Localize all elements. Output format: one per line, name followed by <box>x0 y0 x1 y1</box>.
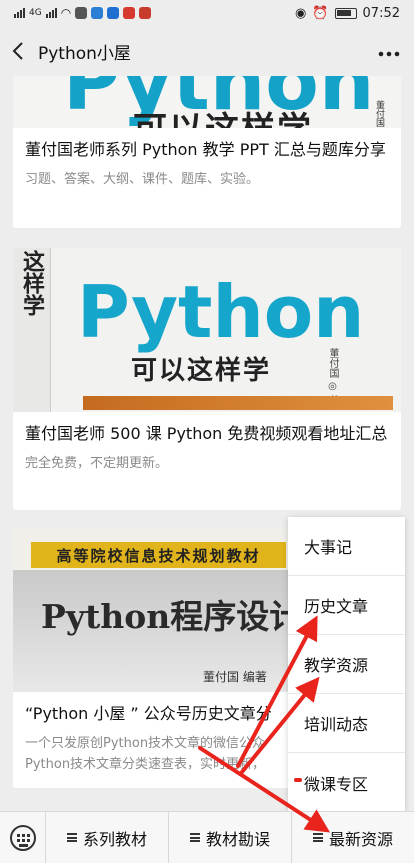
menu-label: 最新资源 <box>328 829 393 849</box>
signal-icon <box>14 8 25 18</box>
cover-author-text: 董付国 编著 <box>203 670 267 684</box>
cover-title-text: Python <box>77 270 365 354</box>
article-body: 董付国老师系列 Python 教学 PPT 汇总与题库分享 习题、答案、大纲、课… <box>13 128 401 187</box>
keyboard-icon <box>9 824 36 851</box>
back-button[interactable] <box>0 26 36 76</box>
menu-lines-icon <box>189 833 200 842</box>
menu-label: 系列教材 <box>82 829 147 849</box>
notification-app-icon <box>75 7 88 19</box>
cover-band <box>83 396 393 410</box>
signal-icon-2 <box>45 8 57 18</box>
cover-spine-text: 这样学 <box>19 250 44 316</box>
notification-app-icon <box>107 7 120 19</box>
submenu-item-events[interactable]: 大事记 <box>288 517 405 576</box>
eye-icon: ◉ <box>295 5 307 21</box>
alarm-icon: ⏰ <box>312 5 329 21</box>
battery-icon <box>334 7 357 19</box>
network-label: 4G <box>29 8 42 18</box>
submenu-item-microlectures[interactable]: 微课专区 <box>288 753 405 812</box>
keyboard-toggle-button[interactable] <box>0 811 46 863</box>
bottom-menu-bar: 系列教材 教材勘误 最新资源 <box>0 811 414 863</box>
status-bar: 4G ◠ ◉ ⏰ 07:52 <box>0 0 414 26</box>
title-bar: Python小屋 <box>0 26 414 76</box>
cover-title-text: Python程序设计 <box>41 597 303 636</box>
wifi-icon: ◠ <box>60 6 72 20</box>
cover-subtitle-text: 可以这样学 <box>133 102 313 128</box>
submenu-popup: 大事记 历史文章 教学资源 培训动态 微课专区 <box>288 517 405 812</box>
status-right: ◉ ⏰ 07:52 <box>295 6 400 21</box>
cover-author-text: 董付国 <box>374 100 384 127</box>
more-dots-icon <box>378 51 400 57</box>
menu-latest-resources[interactable]: 最新资源 <box>292 812 414 863</box>
submenu-item-teaching-resources[interactable]: 教学资源 <box>288 635 405 694</box>
submenu-item-history-articles[interactable]: 历史文章 <box>288 576 405 635</box>
article-title: 董付国老师系列 Python 教学 PPT 汇总与题库分享 <box>25 140 386 159</box>
chevron-left-icon <box>12 42 23 60</box>
menu-label: 教材勘误 <box>205 829 270 849</box>
article-description: 习题、答案、大纲、课件、题库、实验。 <box>25 172 260 187</box>
clock: 07:52 <box>362 5 400 21</box>
article-cover-image: 这样学 Python 可以这样学 董付国 ◎ 著 <box>13 248 401 412</box>
article-cover-image: Python 可以这样学 董付国 <box>13 76 401 128</box>
menu-lines-icon <box>66 833 77 842</box>
status-left: 4G ◠ <box>14 6 152 20</box>
menu-series-textbooks[interactable]: 系列教材 <box>46 811 169 863</box>
article-card[interactable]: 这样学 Python 可以这样学 董付国 ◎ 著 董付国老师 500 课 Pyt… <box>13 248 401 510</box>
notification-app-icon <box>139 7 152 19</box>
article-title: 董付国老师 500 课 Python 免费视频观看地址汇总 <box>25 424 388 443</box>
cover-subtitle-text: 可以这样学 <box>131 356 272 386</box>
notification-app-icon <box>91 7 104 19</box>
page-title: Python小屋 <box>38 43 131 64</box>
article-card[interactable]: Python 可以这样学 董付国 董付国老师系列 Python 教学 PPT 汇… <box>13 76 401 228</box>
more-options-button[interactable] <box>378 38 400 63</box>
menu-textbook-errata[interactable]: 教材勘误 <box>169 811 292 863</box>
submenu-item-training-news[interactable]: 培训动态 <box>288 694 405 753</box>
menu-lines-icon <box>312 833 323 842</box>
notification-app-icon <box>123 7 136 19</box>
article-description: 完全免费，不定期更新。 <box>25 456 169 471</box>
article-body: 董付国老师 500 课 Python 免费视频观看地址汇总 完全免费，不定期更新… <box>13 412 401 471</box>
cover-band-text: 高等院校信息技术规划教材 <box>31 542 286 568</box>
